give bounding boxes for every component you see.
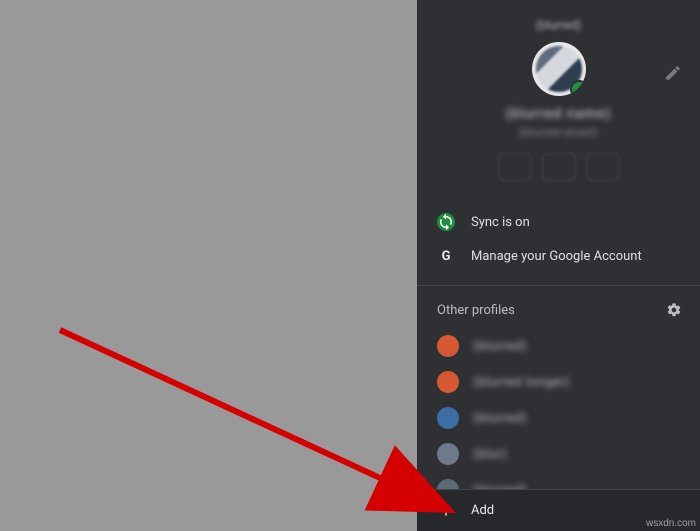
- profile-item[interactable]: (blurred): [417, 400, 700, 436]
- other-profiles-header: Other profiles: [417, 292, 700, 326]
- current-user-avatar[interactable]: [532, 42, 586, 96]
- profile-avatar-icon: [437, 335, 459, 357]
- profile-label: (blurred longer): [473, 375, 570, 390]
- profile-label: (blur): [473, 447, 507, 462]
- panel-title: (blurred): [536, 18, 582, 32]
- google-icon: G: [437, 247, 455, 265]
- current-user-email: (blurred email): [519, 126, 598, 139]
- other-profiles-label: Other profiles: [437, 303, 515, 318]
- current-user-name: (blurred name): [506, 106, 612, 122]
- divider: [417, 285, 700, 286]
- gear-icon[interactable]: [666, 302, 682, 318]
- manage-account-label: Manage your Google Account: [471, 249, 642, 264]
- add-profile-label: Add: [471, 503, 494, 518]
- plus-icon: [437, 502, 455, 520]
- profile-item[interactable]: (blurred): [417, 328, 700, 364]
- header-action-1[interactable]: [498, 153, 532, 181]
- sync-icon: [437, 213, 455, 231]
- profile-item[interactable]: (blur): [417, 436, 700, 472]
- sync-status-label: Sync is on: [471, 215, 530, 230]
- manage-account-item[interactable]: G Manage your Google Account: [417, 239, 700, 273]
- header-actions: [498, 153, 620, 181]
- header-action-2[interactable]: [542, 153, 576, 181]
- sync-badge-icon: [570, 80, 586, 96]
- profile-item[interactable]: (blurred longer): [417, 364, 700, 400]
- watermark: wsxdn.com: [646, 518, 696, 529]
- profile-avatar-icon: [437, 443, 459, 465]
- profile-label: (blurred): [473, 411, 527, 426]
- profile-panel: (blurred) (blurred name) (blurred email)…: [417, 0, 700, 531]
- profile-header: (blurred) (blurred name) (blurred email): [417, 0, 700, 199]
- account-menu: Sync is on G Manage your Google Account: [417, 199, 700, 279]
- sync-status-item[interactable]: Sync is on: [417, 205, 700, 239]
- header-action-3[interactable]: [586, 153, 620, 181]
- profile-avatar-icon: [437, 407, 459, 429]
- profile-label: (blurred): [473, 339, 527, 354]
- profile-avatar-icon: [437, 371, 459, 393]
- profiles-list: (blurred) (blurred longer) (blurred) (bl…: [417, 326, 700, 510]
- edit-profile-icon[interactable]: [664, 64, 682, 82]
- content-background: [0, 0, 417, 531]
